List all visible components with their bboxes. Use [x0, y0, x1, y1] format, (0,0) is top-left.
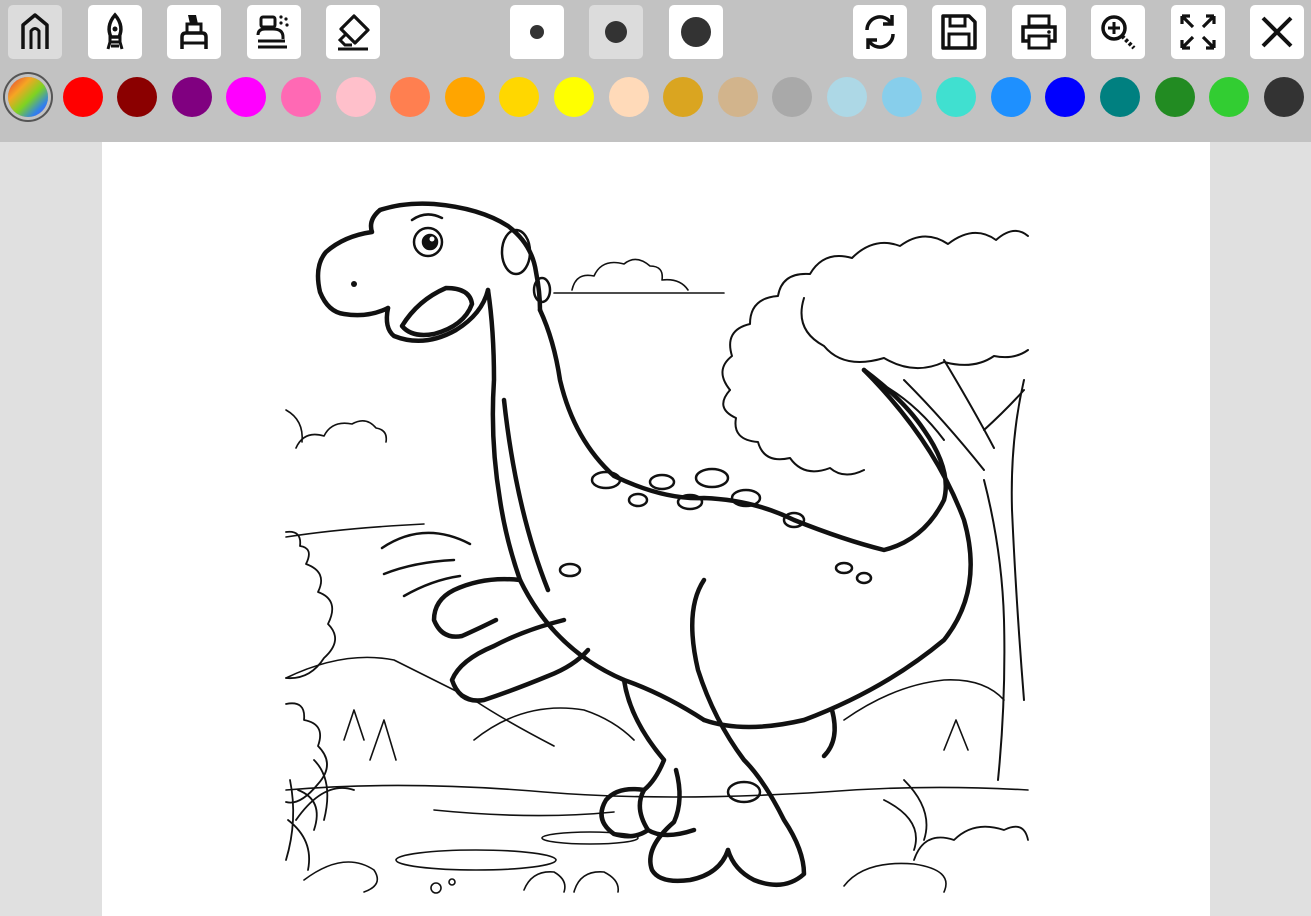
color-swatch[interactable]	[226, 77, 266, 117]
color-swatch[interactable]	[1155, 77, 1195, 117]
close-button[interactable]	[1250, 5, 1304, 59]
color-swatch[interactable]	[1264, 77, 1304, 117]
color-swatch[interactable]	[554, 77, 594, 117]
pencil-icon	[21, 13, 49, 49]
tree	[721, 229, 1029, 781]
reset-button[interactable]	[853, 5, 907, 59]
toolbar	[0, 0, 1311, 142]
left-bush	[285, 530, 336, 871]
marker-tool-button[interactable]	[167, 5, 221, 59]
color-swatch[interactable]	[1100, 77, 1140, 117]
drawing-canvas[interactable]	[102, 142, 1210, 916]
zoom-in-button[interactable]	[1091, 5, 1145, 59]
color-swatch[interactable]	[499, 77, 539, 117]
color-swatch[interactable]	[1209, 77, 1249, 117]
canvas-area	[0, 142, 1311, 916]
printer-icon	[1021, 14, 1057, 50]
brush-size-large-button[interactable]	[669, 5, 723, 59]
pencil-tool-button[interactable]	[8, 5, 62, 59]
floppy-disk-icon	[941, 14, 977, 50]
color-swatch[interactable]	[718, 77, 758, 117]
color-swatch[interactable]	[1045, 77, 1085, 117]
brush-tool-button[interactable]	[88, 5, 142, 59]
medium-dot-icon	[605, 21, 627, 43]
color-swatch[interactable]	[827, 77, 867, 117]
fullscreen-icon	[1180, 14, 1216, 50]
color-swatch[interactable]	[117, 77, 157, 117]
zoom-in-icon	[1101, 15, 1136, 50]
color-swatch[interactable]	[336, 77, 376, 117]
color-swatch[interactable]	[63, 77, 103, 117]
fullscreen-button[interactable]	[1171, 5, 1225, 59]
color-swatch[interactable]	[281, 77, 321, 117]
dinosaur-line-art	[285, 201, 1029, 894]
dinosaur-details	[351, 213, 873, 804]
refresh-icon	[865, 15, 895, 49]
spray-icon	[256, 15, 289, 49]
color-swatch[interactable]	[882, 77, 922, 117]
eraser-icon	[337, 14, 370, 51]
color-swatch[interactable]	[172, 77, 212, 117]
color-swatch[interactable]	[772, 77, 812, 117]
brush-size-medium-button[interactable]	[589, 5, 643, 59]
color-swatch[interactable]	[445, 77, 485, 117]
close-icon	[1261, 16, 1293, 48]
color-swatch[interactable]	[663, 77, 703, 117]
color-swatch[interactable]	[609, 77, 649, 117]
save-button[interactable]	[932, 5, 986, 59]
right-foliage	[295, 759, 1029, 861]
large-dot-icon	[681, 17, 711, 47]
marker-icon	[180, 15, 208, 49]
dinosaur	[315, 201, 973, 888]
spray-tool-button[interactable]	[247, 5, 301, 59]
brush-size-small-button[interactable]	[510, 5, 564, 59]
color-swatch[interactable]	[936, 77, 976, 117]
eraser-tool-button[interactable]	[326, 5, 380, 59]
small-dot-icon	[530, 25, 544, 39]
print-button[interactable]	[1012, 5, 1066, 59]
rainbow-swatch[interactable]	[8, 77, 48, 117]
brush-icon	[106, 12, 124, 50]
color-swatch[interactable]	[390, 77, 430, 117]
color-swatch[interactable]	[991, 77, 1031, 117]
